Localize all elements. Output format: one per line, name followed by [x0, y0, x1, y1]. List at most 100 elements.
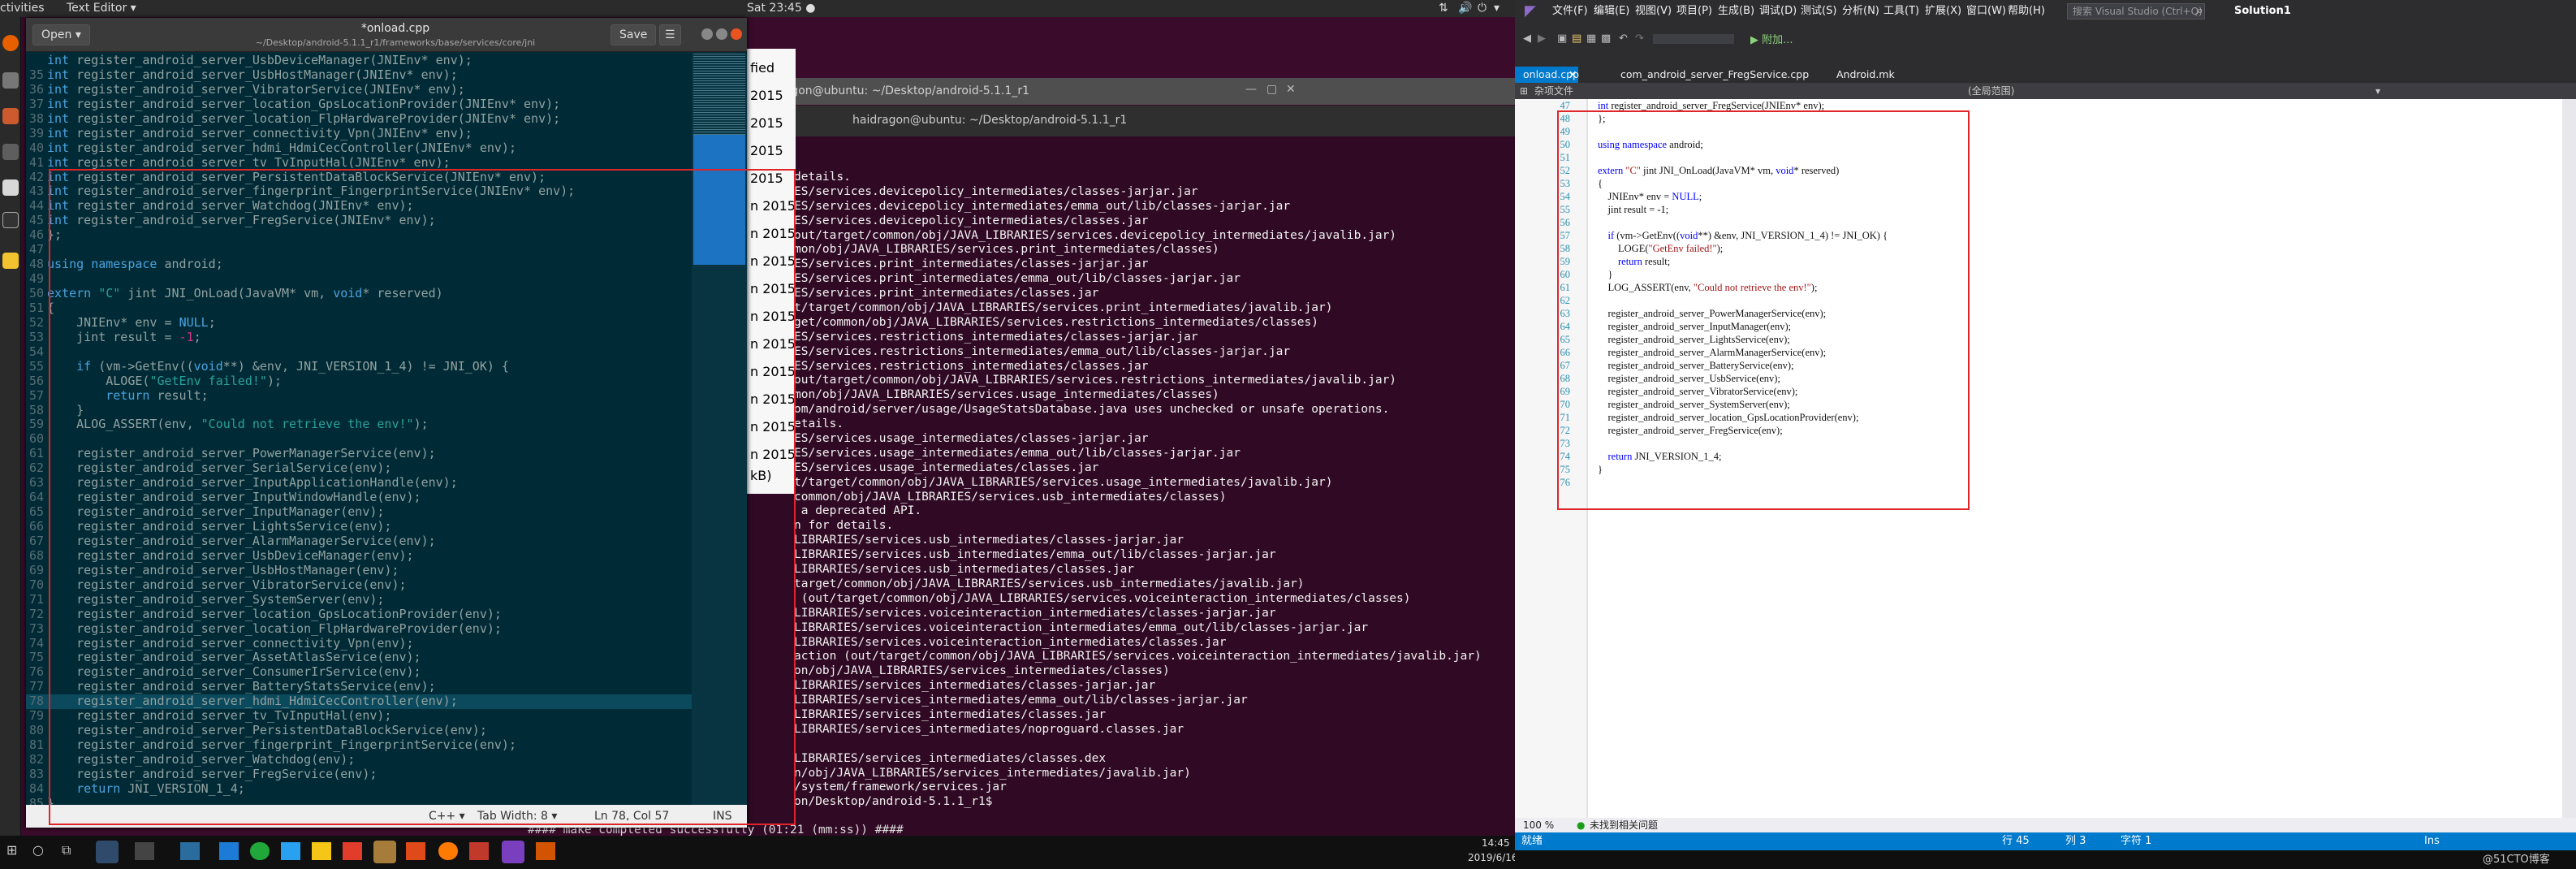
line-number: 37	[28, 96, 44, 111]
vs-menu-item[interactable]: 工具(T)	[1883, 0, 1919, 23]
vmware-icon[interactable]	[96, 841, 119, 863]
line-number: 63	[28, 475, 44, 491]
redo-icon[interactable]: ↷	[1635, 32, 1644, 45]
software-icon[interactable]	[2, 108, 19, 124]
explorer-task-icon[interactable]	[219, 842, 239, 860]
close-icon[interactable]	[731, 28, 742, 40]
minimize-icon[interactable]: —	[1245, 83, 1257, 96]
firefox-icon[interactable]	[2, 35, 19, 51]
help-icon[interactable]	[2, 179, 19, 196]
line-number: 82	[28, 752, 44, 767]
vs-menu-item[interactable]: 视图(V)	[1635, 0, 1672, 23]
vs-menu-item[interactable]: 项目(P)	[1676, 0, 1712, 23]
terminal-line: ES/services.usage_intermediates/classes.…	[794, 460, 1099, 474]
windows-start-icon[interactable]: ⊞	[6, 842, 17, 858]
menu-arrow-icon[interactable]: ▾	[1494, 0, 1499, 17]
vs-menu-item[interactable]: 帮助(H)	[2008, 0, 2045, 23]
file-list-item[interactable]: 2015	[750, 115, 783, 131]
attach-button[interactable]: ▶ 附加...	[1750, 31, 1793, 46]
qq-task-icon[interactable]	[281, 842, 300, 860]
save-button[interactable]: Save	[611, 24, 657, 45]
code-line[interactable]: 39 int register_android_server_connectivi…	[26, 126, 692, 141]
volume-icon[interactable]: 🔊	[1458, 0, 1472, 17]
settings-icon[interactable]	[2, 144, 19, 160]
app-task-icon[interactable]	[180, 842, 200, 860]
search-icon[interactable]: ⌕	[2197, 0, 2203, 23]
vs-document-tabs: onload.cpp ✕ com_android_server_FregServ…	[1515, 67, 2576, 83]
vs-search-input[interactable]: 搜索 Visual Studio (Ctrl+Q)	[2067, 3, 2205, 19]
taskbar: ⊞ ○ ⧉ 14:45 2019/6/16	[0, 836, 1515, 869]
text-editor-icon[interactable]	[2, 253, 19, 269]
close-icon[interactable]: ✕	[1286, 83, 1296, 96]
folder-task-icon[interactable]	[312, 842, 331, 860]
line-number: 56	[28, 373, 44, 388]
vs-menu-item[interactable]: 调试(D)	[1759, 0, 1797, 23]
files-icon[interactable]	[2, 72, 19, 89]
save-icon[interactable]: ▦	[1586, 32, 1596, 45]
vs-menu-item[interactable]: 文件(F)	[1552, 0, 1588, 23]
visual-studio-window[interactable]: ◤ 文件(F) 编辑(E) 视图(V) 项目(P) 生成(B) 调试(D) 测试(S) 分析(…	[1515, 0, 2576, 869]
minimap-text	[693, 54, 745, 135]
firefox-task-icon[interactable]	[438, 842, 458, 860]
tab-fregservice-cpp[interactable]: com_android_server_FregService.cpp	[1620, 67, 1809, 83]
clock[interactable]: Sat 23:45 ●	[747, 0, 815, 17]
chevron-down-icon[interactable]: ▾	[2375, 83, 2380, 99]
code-line[interactable]: 38 int register_android_server_location_F…	[26, 111, 692, 127]
nav-scope-dropdown[interactable]: (全局范围)	[1968, 83, 2014, 99]
task-view-icon[interactable]: ⧉	[62, 842, 71, 858]
file-list-item[interactable]: 2015	[750, 143, 783, 158]
tab-android-mk[interactable]: Android.mk	[1836, 67, 1895, 83]
zoom-level[interactable]: 100 %	[1523, 818, 1554, 832]
code-line[interactable]: 37 int register_android_server_location_G…	[26, 97, 692, 112]
vs-menu-item[interactable]: 窗口(W)	[1966, 0, 2006, 23]
network-icon[interactable]: ⇅	[1439, 0, 1448, 17]
save-all-icon[interactable]: ▩	[1601, 32, 1611, 45]
terminal-line: LIBRARIES/services_intermediates/classes…	[794, 679, 1156, 693]
open-folder-icon[interactable]: ▤	[1572, 32, 1581, 45]
maximize-icon[interactable]: ▢	[1266, 83, 1277, 96]
line-number: 43	[28, 184, 44, 199]
code-line[interactable]: int register_android_server_UsbDeviceMan…	[26, 54, 692, 68]
undo-icon[interactable]: ↶	[1619, 32, 1628, 45]
file-list-item[interactable]: 2015	[750, 88, 783, 103]
line-number: 79	[28, 708, 44, 724]
code-line[interactable]: 40 int register_android_server_hdmi_HdmiC…	[26, 141, 692, 156]
code-text: int register_android_server_VibratorServ…	[47, 81, 465, 97]
issues-status[interactable]: 未找到相关问题	[1590, 818, 1658, 832]
terminal-line: om/android/server/usage/UsageStatsDataba…	[794, 403, 1390, 417]
vs-scrollbar[interactable]	[2562, 99, 2576, 818]
vs-menu-item[interactable]: 生成(B)	[1718, 0, 1754, 23]
app4-task-icon[interactable]	[406, 842, 425, 860]
forward-icon[interactable]: ▶	[1538, 32, 1546, 45]
hamburger-menu-icon[interactable]: ☰	[659, 24, 681, 45]
vs-menu-item[interactable]: 扩展(X)	[1925, 0, 1961, 23]
terminal-icon[interactable]	[2, 212, 19, 228]
vs-menu-item[interactable]: 分析(N)	[1842, 0, 1879, 23]
app-menu[interactable]: Text Editor ▾	[67, 0, 136, 17]
config-dropdown[interactable]	[1653, 34, 1734, 44]
nav-project-dropdown[interactable]: 杂项文件	[1534, 83, 1573, 99]
back-icon[interactable]: ◀	[1523, 32, 1531, 45]
new-icon[interactable]: ▣	[1557, 32, 1567, 45]
search-icon[interactable]: ○	[32, 842, 44, 858]
code-line[interactable]: 35 int register_android_server_UsbHostMan…	[26, 67, 692, 83]
terminal-window[interactable]: haidragon@ubuntu: ~/Desktop/android-5.1.…	[747, 106, 1515, 836]
app6-task-icon[interactable]	[536, 842, 555, 860]
activities-button[interactable]: ctivities	[0, 0, 45, 17]
app5-task-icon[interactable]	[469, 842, 489, 860]
file-path: ~/Desktop/android-5.1.1_r1/frameworks/ba…	[255, 37, 536, 48]
app3-task-icon[interactable]	[373, 841, 396, 863]
code-line[interactable]: 41 int register_android_server_tv_TvInput…	[26, 155, 692, 171]
wechat-task-icon[interactable]	[250, 842, 270, 860]
app2-task-icon[interactable]	[343, 842, 362, 860]
minimize-icon[interactable]	[701, 28, 713, 40]
power-icon[interactable]: ⏻	[1478, 0, 1486, 17]
maximize-icon[interactable]	[716, 28, 727, 40]
code-line[interactable]: 36 int register_android_server_VibratorSe…	[26, 81, 692, 97]
tab-close-icon[interactable]: ✕	[1568, 67, 1577, 83]
visual-studio-task-icon[interactable]	[502, 841, 524, 863]
vs-menu-item[interactable]: 编辑(E)	[1594, 0, 1629, 23]
vs-menu-item[interactable]: 测试(S)	[1801, 0, 1836, 23]
open-button[interactable]: Open ▾	[32, 24, 90, 45]
terminal-task-icon[interactable]	[135, 842, 154, 860]
